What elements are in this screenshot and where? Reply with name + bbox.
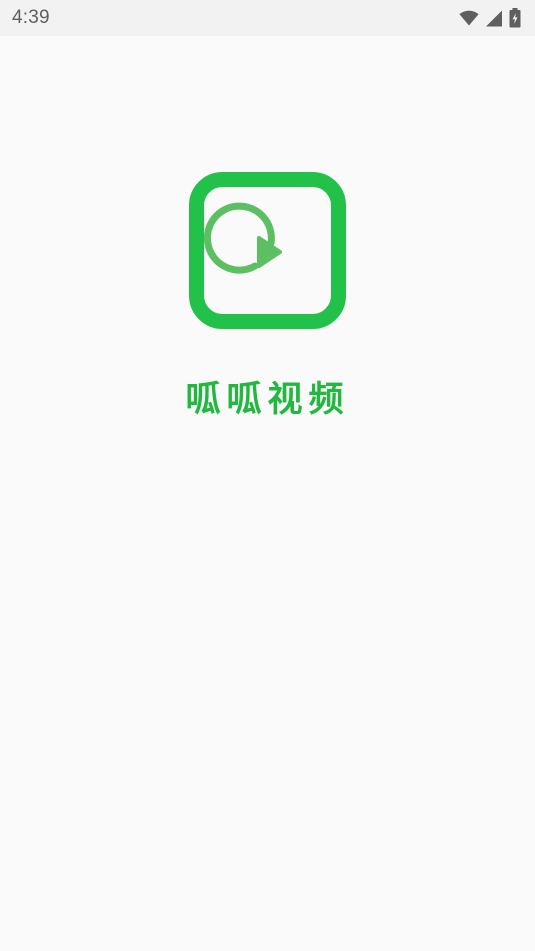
status-time: 4:39 xyxy=(12,7,50,28)
status-bar: 4:39 xyxy=(0,0,535,36)
wifi-icon xyxy=(459,10,479,26)
splash-screen: 呱呱视频 xyxy=(0,36,535,951)
status-icons xyxy=(459,7,521,29)
app-name: 呱呱视频 xyxy=(185,380,350,420)
cellular-signal-icon xyxy=(485,10,503,27)
app-logo xyxy=(189,172,346,329)
battery-charging-icon xyxy=(509,8,521,28)
play-circle-icon xyxy=(189,172,346,329)
